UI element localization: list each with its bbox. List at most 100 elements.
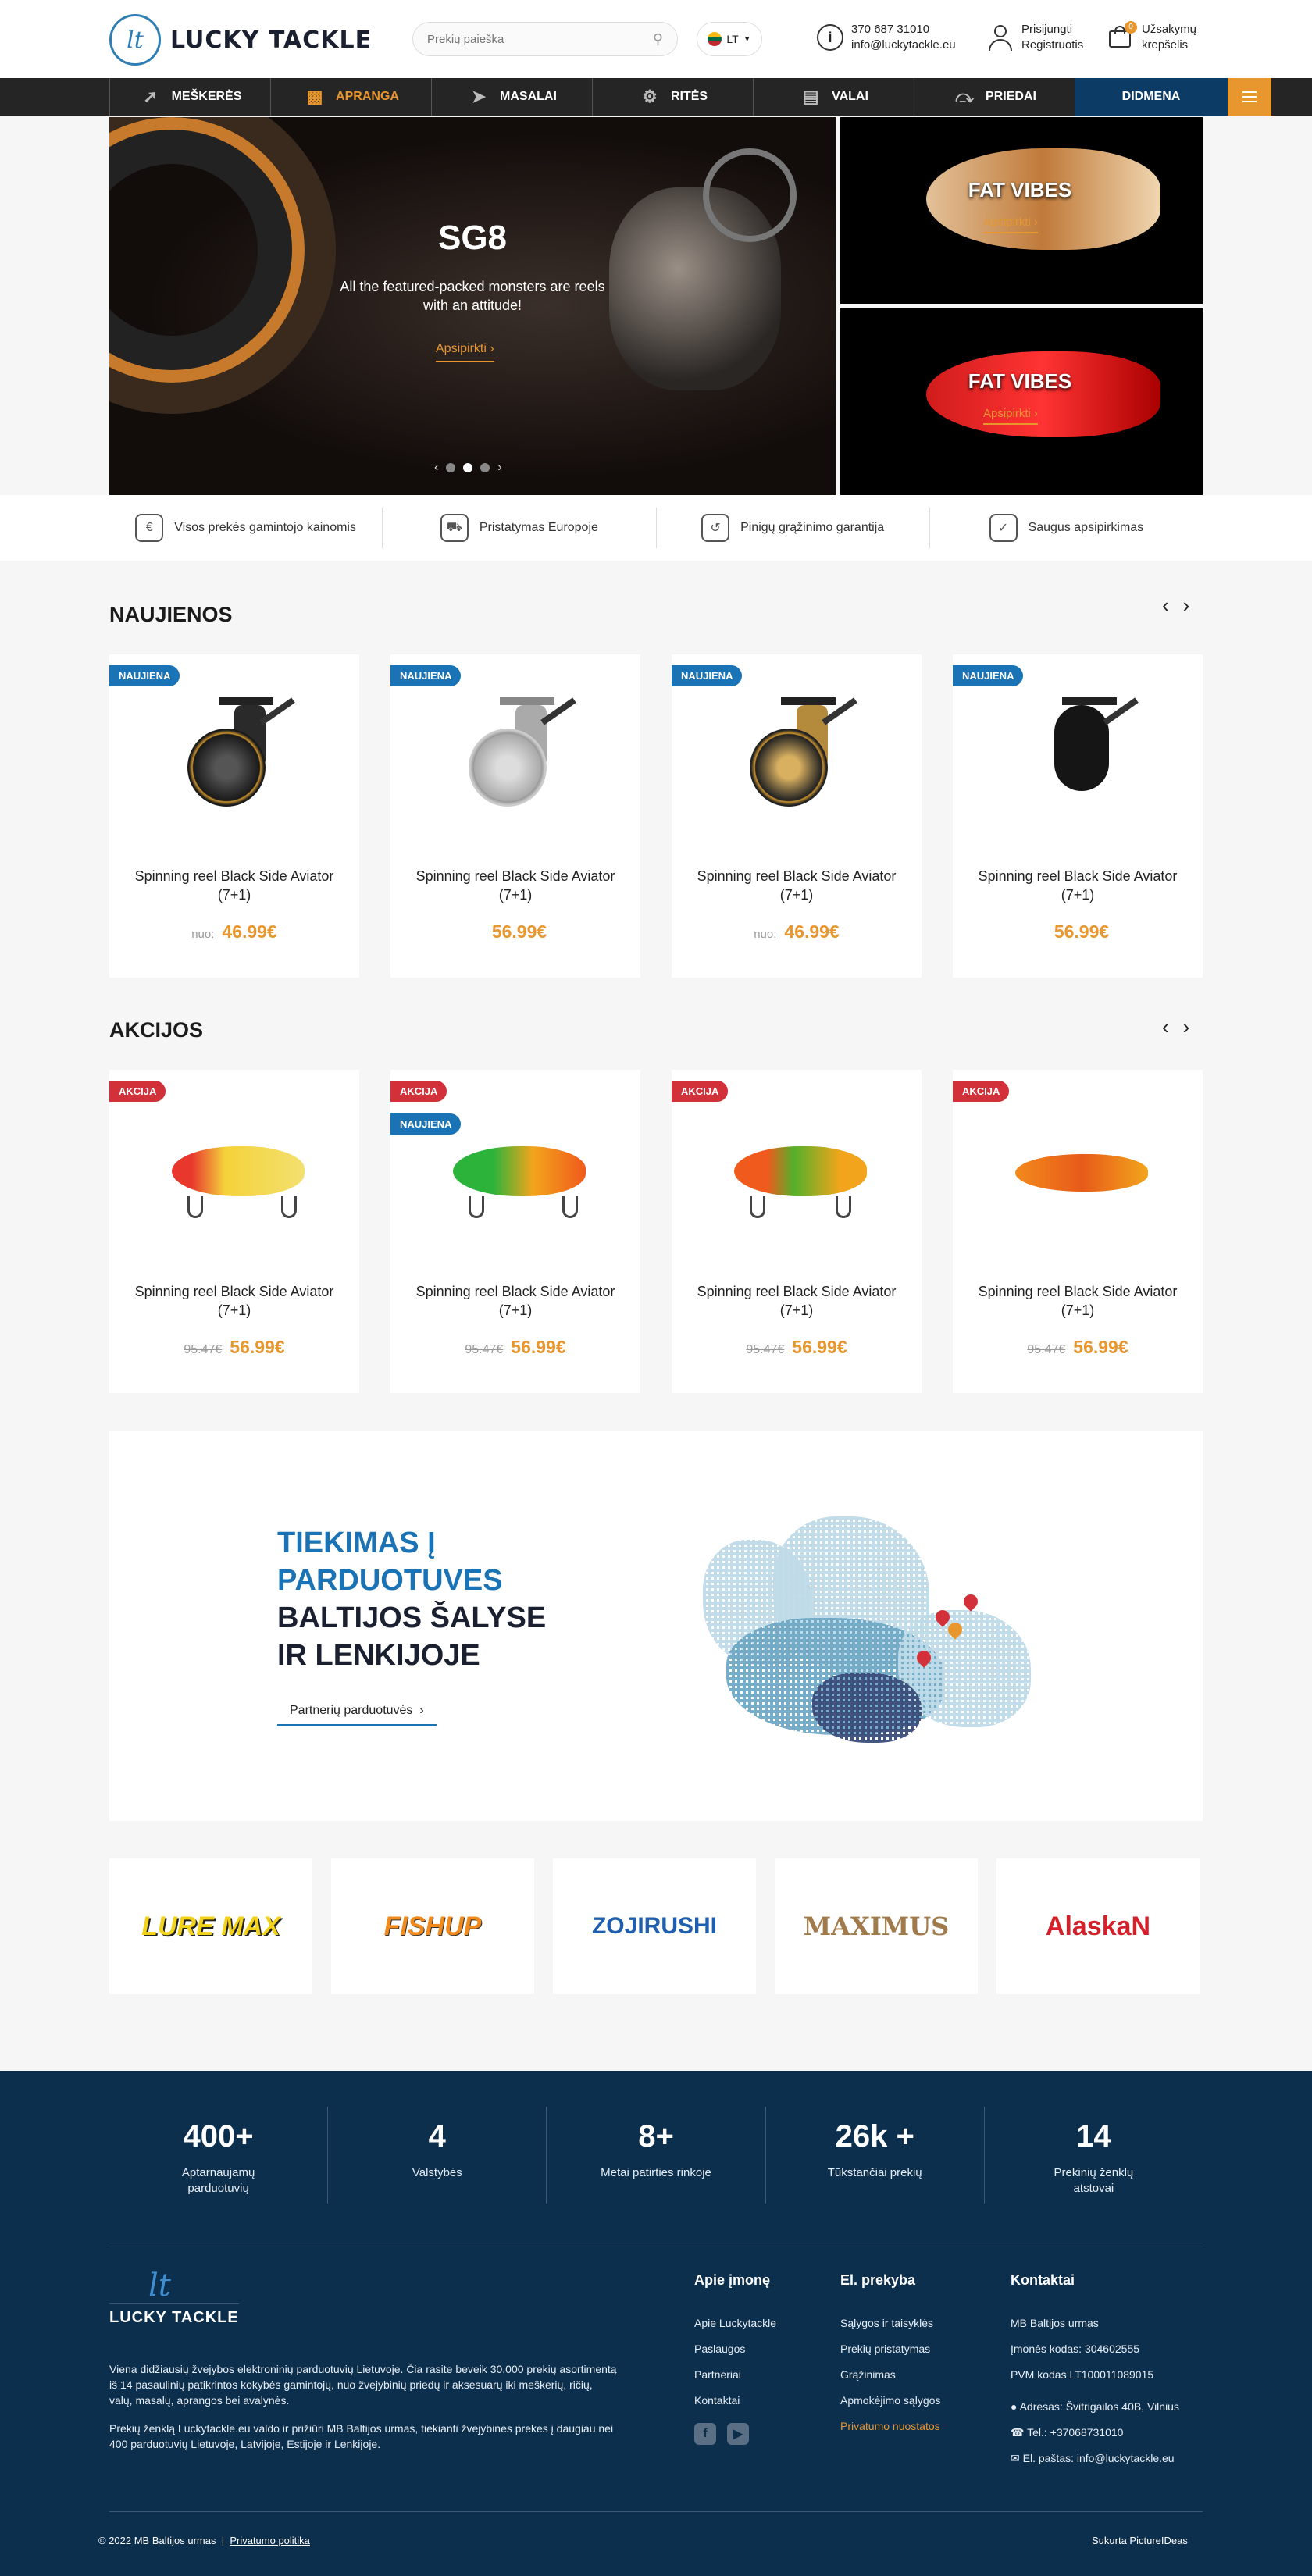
product-image[interactable] — [437, 1093, 594, 1249]
brand-logo-luremax[interactable]: LURE MAX — [109, 1858, 312, 1994]
phone-line[interactable]: ☎ Tel.: +37068731010 — [1011, 2420, 1179, 2446]
vest-icon: ▩ — [306, 87, 323, 106]
carousel-prev-icon[interactable]: ‹ — [1162, 593, 1169, 618]
product-card[interactable]: AKCIJA NAUJIENA Spinning reel Black Side… — [390, 1070, 640, 1393]
product-image[interactable] — [1000, 1093, 1156, 1249]
supply-line-1: TIEKIMAS Į — [277, 1527, 436, 1559]
product-card[interactable]: AKCIJA Spinning reel Black Side Aviator … — [109, 1070, 359, 1393]
side-banner-button[interactable]: Apsipirkti › — [983, 212, 1039, 233]
partner-stores-button[interactable]: Partnerių parduotuvės › — [277, 1698, 437, 1726]
slider-next-icon[interactable]: › — [497, 461, 501, 475]
product-card[interactable]: NAUJIENA Spinning reel Black Side Aviato… — [672, 654, 922, 978]
nav-item-meskeres[interactable]: ➚ MEŠKERĖS — [109, 78, 270, 116]
footer-logo[interactable]: lt LUCKY TACKLE — [109, 2268, 239, 2327]
side-banner-2[interactable]: FAT VIBES Apsipirkti › — [840, 308, 1203, 495]
nav-item-rites[interactable]: ⚙ RITĖS — [592, 78, 753, 116]
carousel-prev-icon[interactable]: ‹ — [1162, 1015, 1169, 1039]
side-banner-button[interactable]: Apsipirkti › — [983, 404, 1039, 425]
cart-button[interactable]: 0 Užsakymų krepšelis — [1107, 21, 1196, 53]
product-name[interactable]: Spinning reel Black Side Aviator (7+1) — [968, 1282, 1187, 1320]
side-banner-1[interactable]: FAT VIBES Apsipirkti › — [840, 117, 1203, 304]
footer-link[interactable]: Apmokėjimo sąlygos — [840, 2388, 940, 2414]
facebook-icon[interactable]: f — [694, 2423, 716, 2445]
nav-item-apranga[interactable]: ▩ APRANGA — [270, 78, 431, 116]
product-card[interactable]: AKCIJA Spinning reel Black Side Aviator … — [953, 1070, 1203, 1393]
side-banner-title: FAT VIBES — [968, 178, 1072, 201]
product-card[interactable]: AKCIJA Spinning reel Black Side Aviator … — [672, 1070, 922, 1393]
nav-item-masalai[interactable]: ➤ MASALAI — [431, 78, 592, 116]
privacy-policy-link[interactable]: Privatumo politika — [230, 2535, 310, 2546]
product-name[interactable]: Spinning reel Black Side Aviator (7+1) — [687, 867, 906, 904]
product-name[interactable]: Spinning reel Black Side Aviator (7+1) — [406, 1282, 625, 1320]
product-card[interactable]: NAUJIENA Spinning reel Black Side Aviato… — [953, 654, 1203, 978]
slider-dot-1[interactable] — [446, 463, 456, 472]
footer-link[interactable]: Sąlygos ir taisyklės — [840, 2311, 940, 2336]
search-input[interactable] — [427, 32, 653, 46]
stat-number: 14 — [1076, 2119, 1111, 2154]
brand-logo-maximus[interactable]: MAXIMUS — [775, 1858, 978, 1994]
product-card[interactable]: NAUJIENA Spinning reel Black Side Aviato… — [109, 654, 359, 978]
product-image[interactable] — [1000, 678, 1156, 834]
price-hand-icon: € — [135, 514, 164, 542]
footer-about-1: Viena didžiausių žvejybos elektroninių p… — [109, 2363, 617, 2407]
brand-logo-alaskan[interactable]: AlaskaN — [996, 1858, 1200, 1994]
footer-col-title: El. prekyba — [840, 2272, 916, 2288]
footer-link[interactable]: Kontaktai — [694, 2388, 776, 2414]
product-image[interactable] — [156, 1093, 312, 1249]
header-email[interactable]: info@luckytackle.eu — [851, 37, 956, 53]
search-box[interactable]: ⚲ — [412, 22, 678, 56]
carousel-next-icon[interactable]: › — [1183, 593, 1190, 618]
footer-col-eshop: El. prekyba Sąlygos ir taisyklės Prekių … — [840, 2272, 940, 2439]
footer-link[interactable]: Partneriai — [694, 2362, 776, 2388]
stat-item: 14 Prekinių ženklų atstovai — [985, 2107, 1203, 2204]
product-name[interactable]: Spinning reel Black Side Aviator (7+1) — [406, 867, 625, 904]
product-name[interactable]: Spinning reel Black Side Aviator (7+1) — [125, 867, 344, 904]
stat-item: 4 Valstybės — [328, 2107, 547, 2204]
mail-icon: ✉ — [1011, 2452, 1023, 2464]
header-phone[interactable]: 370 687 31010 — [851, 22, 956, 37]
search-icon[interactable]: ⚲ — [653, 31, 663, 48]
new-section-title: NAUJIENOS — [109, 603, 233, 626]
slider-prev-icon[interactable]: ‹ — [434, 461, 438, 475]
youtube-icon[interactable]: ▶ — [727, 2423, 749, 2445]
menu-burger-button[interactable] — [1228, 78, 1271, 116]
product-price: 56.99€ — [511, 1337, 566, 1357]
brand-logo-zojirushi[interactable]: ZOJIRUSHI — [553, 1858, 756, 1994]
nav-item-priedai[interactable]: ⤼ PRIEDAI — [914, 78, 1075, 116]
chevron-down-icon: ▼ — [743, 34, 751, 44]
brand-name: LURE MAX — [141, 1911, 280, 1941]
address-text: Adresas: Švitrigailos 40B, Vilnius — [1019, 2400, 1179, 2413]
site-logo[interactable]: lt LUCKY TACKLE — [109, 14, 372, 66]
footer-link[interactable]: Apie Luckytackle — [694, 2311, 776, 2336]
money-back-icon: ↺ — [701, 514, 730, 542]
footer-link[interactable]: Prekių pristatymas — [840, 2336, 940, 2362]
nav-item-didmena[interactable]: DIDMENA — [1075, 78, 1228, 116]
footer-link[interactable]: Paslaugos — [694, 2336, 776, 2362]
product-card[interactable]: NAUJIENA Spinning reel Black Side Aviato… — [390, 654, 640, 978]
site-footer: 400+ Aptarnaujamų parduotuvių 4 Valstybė… — [0, 2071, 1312, 2576]
carousel-next-icon[interactable]: › — [1183, 1015, 1190, 1039]
product-name[interactable]: Spinning reel Black Side Aviator (7+1) — [687, 1282, 906, 1320]
designer-credit[interactable]: Sukurta PictureIDeas — [1092, 2535, 1188, 2546]
login-link[interactable]: Prisijungti — [1021, 22, 1083, 37]
email-line[interactable]: ✉ El. paštas: info@luckytackle.eu — [1011, 2446, 1179, 2471]
hero-shop-button[interactable]: Apsipirkti › — [436, 337, 494, 362]
product-name[interactable]: Spinning reel Black Side Aviator (7+1) — [125, 1282, 344, 1320]
brand-logo-fishup[interactable]: FISHUP — [331, 1858, 534, 1994]
product-price: 56.99€ — [230, 1337, 285, 1357]
footer-link-privacy[interactable]: Privatumo nuostatos — [840, 2414, 940, 2439]
product-image[interactable] — [718, 678, 875, 834]
language-selector[interactable]: LT ▼ — [697, 22, 762, 56]
usp-label: Visos prekės gamintojo kainomis — [174, 521, 356, 534]
slider-dot-2[interactable] — [463, 463, 473, 472]
footer-link[interactable]: Grąžinimas — [840, 2362, 940, 2388]
register-link[interactable]: Registruotis — [1021, 37, 1083, 53]
product-image[interactable] — [718, 1093, 875, 1249]
product-name[interactable]: Spinning reel Black Side Aviator (7+1) — [968, 867, 1187, 904]
slider-dot-3[interactable] — [480, 463, 490, 472]
price-row: 56.99€ — [953, 921, 1203, 942]
product-image[interactable] — [437, 678, 594, 834]
product-image[interactable] — [156, 678, 312, 834]
nav-item-valai[interactable]: ▤ VALAI — [753, 78, 914, 116]
supply-line-4: IR LENKIJOJE — [277, 1639, 480, 1672]
